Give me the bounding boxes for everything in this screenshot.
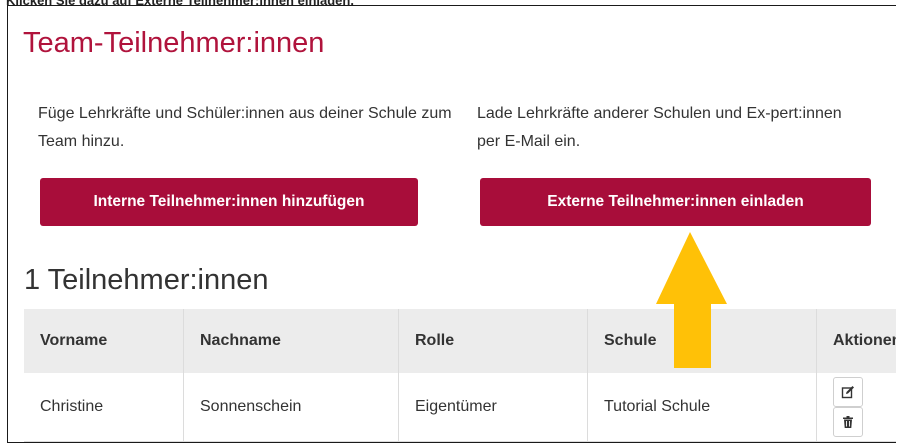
participants-count-heading: 1 Teilnehmer:innen <box>24 264 269 296</box>
edit-button[interactable] <box>833 376 863 407</box>
participants-table: Vorname Nachname Rolle Schule Aktionen C… <box>24 309 896 442</box>
external-description: Lade Lehrkräfte anderer Schulen und Ex-p… <box>477 105 842 150</box>
column-header-first-name[interactable]: Vorname <box>24 309 184 373</box>
trash-icon <box>843 415 853 428</box>
invite-external-participants-button[interactable]: Externe Teilnehmer:innen einladen <box>480 178 871 226</box>
delete-button[interactable] <box>833 406 863 437</box>
column-header-school[interactable]: Schule <box>587 309 817 373</box>
cell-first-name: Christine <box>40 397 104 415</box>
page-title: Team-Teilnehmer:innen <box>23 27 325 59</box>
column-header-actions: Aktionen <box>816 309 896 373</box>
cell-role: Eigentümer <box>398 373 588 441</box>
cell-actions <box>816 373 896 441</box>
add-internal-participants-button[interactable]: Interne Teilnehmer:innen hinzufügen <box>40 178 418 226</box>
internal-description: Füge Lehrkräfte und Schüler:innen aus de… <box>38 105 452 150</box>
cell-school: Tutorial Schule <box>587 373 817 441</box>
column-header-role[interactable]: Rolle <box>398 309 588 373</box>
table-row: Christine Sonnenschein Eigentümer Tutori… <box>24 373 896 441</box>
edit-icon <box>841 385 854 398</box>
table-header-row: Vorname Nachname Rolle Schule Aktionen <box>24 309 896 373</box>
team-participants-panel: Team-Teilnehmer:innen Füge Lehrkräfte un… <box>7 5 896 443</box>
cell-last-name: Sonnenschein <box>183 373 399 441</box>
column-header-last-name[interactable]: Nachname <box>183 309 399 373</box>
